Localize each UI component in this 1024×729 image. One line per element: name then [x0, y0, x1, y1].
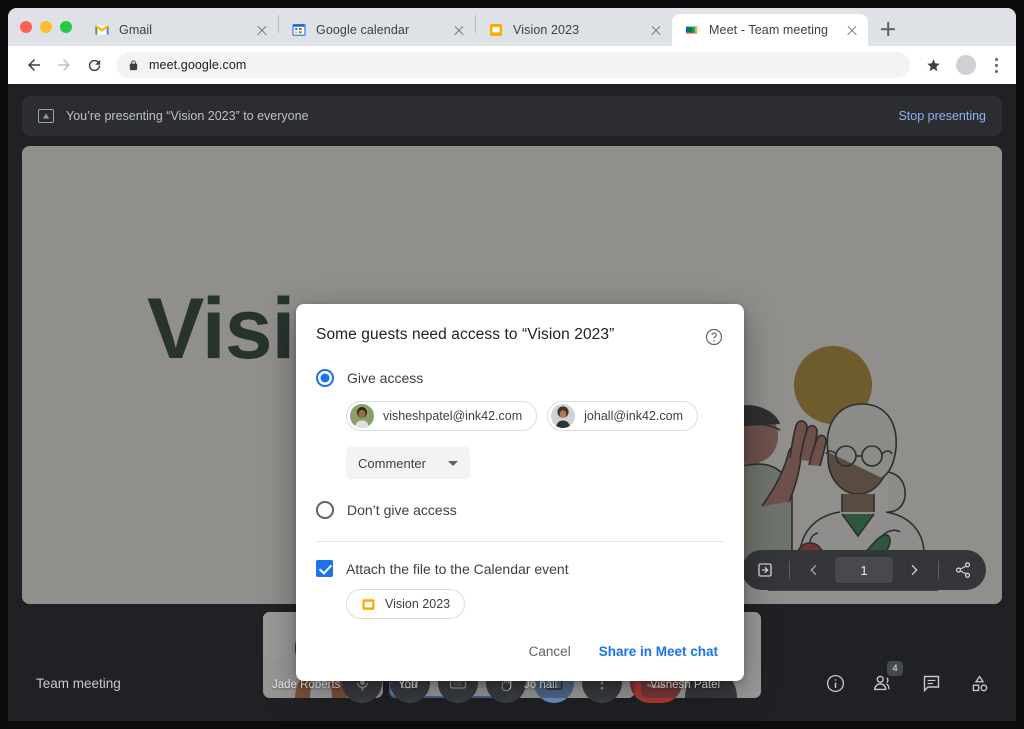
option-give-access[interactable]: Give access — [316, 361, 724, 395]
browser-tab-google-calendar[interactable]: Google calendar — [279, 14, 475, 46]
option-dont-give-access[interactable]: Don’t give access — [316, 493, 724, 527]
radio-label: Give access — [347, 370, 424, 386]
toolbar-divider — [938, 561, 939, 579]
presenting-banner: You’re presenting “Vision 2023” to every… — [22, 96, 1002, 136]
info-icon — [826, 674, 844, 692]
avatar-vishesh-icon — [350, 404, 374, 428]
google-meet-icon — [686, 26, 698, 34]
close-window-button[interactable] — [20, 21, 32, 33]
radio-dont-give-access[interactable] — [316, 501, 334, 519]
browser-toolbar: meet.google.com — [8, 46, 1016, 84]
tab-title: Meet - Team meeting — [709, 23, 829, 37]
avatar — [350, 404, 374, 428]
maximize-window-button[interactable] — [60, 21, 72, 33]
chevron-down-icon — [447, 460, 458, 466]
slide-navigation-toolbar: 1 — [742, 550, 986, 590]
radio-give-access[interactable] — [316, 369, 334, 387]
guest-chip[interactable]: johall@ink42.com — [547, 401, 699, 431]
forward-arrow-icon — [58, 59, 70, 71]
guest-email: visheshpatel@ink42.com — [383, 409, 523, 423]
dialog-header: Some guests need access to “Vision 2023” — [296, 304, 744, 351]
dialog-body: Give access visheshpatel@ink42.com johal… — [296, 351, 744, 619]
share-icon — [955, 562, 971, 578]
toolbar-divider — [789, 561, 790, 579]
dialog-actions: Cancel Share in Meet chat — [296, 619, 744, 681]
reload-icon — [88, 59, 100, 71]
people-count-badge: 4 — [887, 661, 903, 676]
reload-button[interactable] — [80, 51, 108, 79]
guest-access-dialog: Some guests need access to “Vision 2023”… — [296, 304, 744, 681]
browser-tab-meet-team-meeting[interactable]: Meet - Team meeting — [672, 14, 868, 46]
cancel-button[interactable]: Cancel — [519, 635, 581, 667]
browser-menu-button[interactable] — [986, 57, 1006, 73]
lock-icon — [129, 59, 138, 70]
guest-email-chips: visheshpatel@ink42.com johall@ink42.com — [316, 395, 724, 431]
presenting-banner-text: You’re presenting “Vision 2023” to every… — [66, 109, 309, 123]
meeting-details-button[interactable] — [822, 670, 848, 696]
help-circle-icon — [705, 328, 723, 346]
tab-title: Vision 2023 — [513, 23, 580, 37]
role-value: Commenter — [358, 455, 426, 471]
role-dropdown[interactable]: Commenter — [346, 447, 470, 479]
google-calendar-icon — [292, 24, 306, 36]
share-in-meet-chat-button[interactable]: Share in Meet chat — [591, 635, 726, 667]
stop-presenting-button[interactable]: Stop presenting — [898, 109, 986, 123]
browser-tab-gmail[interactable]: Gmail — [82, 14, 278, 46]
guest-email: johall@ink42.com — [584, 409, 684, 423]
open-in-new-icon — [758, 563, 772, 577]
attach-file-checkbox[interactable] — [316, 560, 333, 577]
attach-file-label: Attach the file to the Calendar event — [346, 560, 569, 577]
new-tab-button[interactable] — [874, 15, 902, 43]
minimize-window-button[interactable] — [40, 21, 52, 33]
browser-window: Gmail Google calendar Vision 2023 Meet -… — [8, 8, 1016, 721]
attached-file-name: Vision 2023 — [385, 597, 451, 611]
close-tab-button[interactable] — [648, 22, 664, 38]
address-bar-url: meet.google.com — [149, 58, 247, 72]
chat-button[interactable] — [918, 670, 944, 696]
help-button[interactable] — [704, 327, 724, 347]
slide-page-number[interactable]: 1 — [835, 557, 893, 583]
guest-chip[interactable]: visheshpatel@ink42.com — [346, 401, 538, 431]
browser-tab-vision-2023[interactable]: Vision 2023 — [476, 14, 672, 46]
chat-bubble-icon — [923, 675, 939, 692]
chevron-left-icon — [810, 564, 817, 576]
activities-button[interactable] — [966, 670, 992, 696]
avatar — [551, 404, 576, 428]
close-tab-button[interactable] — [254, 22, 270, 38]
activities-icon — [972, 674, 987, 691]
present-screen-icon — [38, 109, 54, 123]
next-slide-button[interactable] — [897, 553, 931, 587]
bookmark-button[interactable] — [920, 52, 946, 78]
tab-title: Google calendar — [316, 23, 410, 37]
meeting-name-label: Team meeting — [36, 675, 121, 691]
chevron-right-icon — [911, 564, 918, 576]
google-slides-icon — [362, 598, 375, 610]
screen-root: Gmail Google calendar Vision 2023 Meet -… — [0, 0, 1024, 729]
profile-avatar-icon[interactable] — [956, 55, 976, 75]
google-meet-app: You’re presenting “Vision 2023” to every… — [8, 84, 1016, 721]
three-dot-menu-icon — [994, 57, 998, 61]
forward-button[interactable] — [50, 51, 78, 79]
radio-label: Don’t give access — [347, 502, 457, 518]
previous-slide-button[interactable] — [797, 553, 831, 587]
address-bar[interactable]: meet.google.com — [116, 52, 910, 78]
window-traffic-lights — [16, 8, 82, 46]
avatar-johall-icon — [551, 404, 576, 428]
browser-tab-strip: Gmail Google calendar Vision 2023 Meet -… — [8, 8, 1016, 46]
attach-file-row[interactable]: Attach the file to the Calendar event — [316, 542, 724, 577]
gmail-icon — [95, 25, 109, 35]
close-tab-button[interactable] — [844, 22, 860, 38]
open-in-new-button[interactable] — [748, 553, 782, 587]
close-tab-button[interactable] — [451, 22, 467, 38]
share-slide-button[interactable] — [946, 553, 980, 587]
back-button[interactable] — [20, 51, 48, 79]
tab-title: Gmail — [119, 23, 153, 37]
show-everyone-button[interactable]: 4 — [870, 661, 903, 696]
google-slides-icon — [490, 24, 502, 36]
dialog-title: Some guests need access to “Vision 2023” — [316, 326, 615, 343]
attached-file-chip[interactable]: Vision 2023 — [346, 589, 466, 619]
star-icon — [926, 58, 940, 71]
meet-secondary-controls: 4 — [822, 661, 992, 696]
back-arrow-icon — [28, 59, 40, 71]
